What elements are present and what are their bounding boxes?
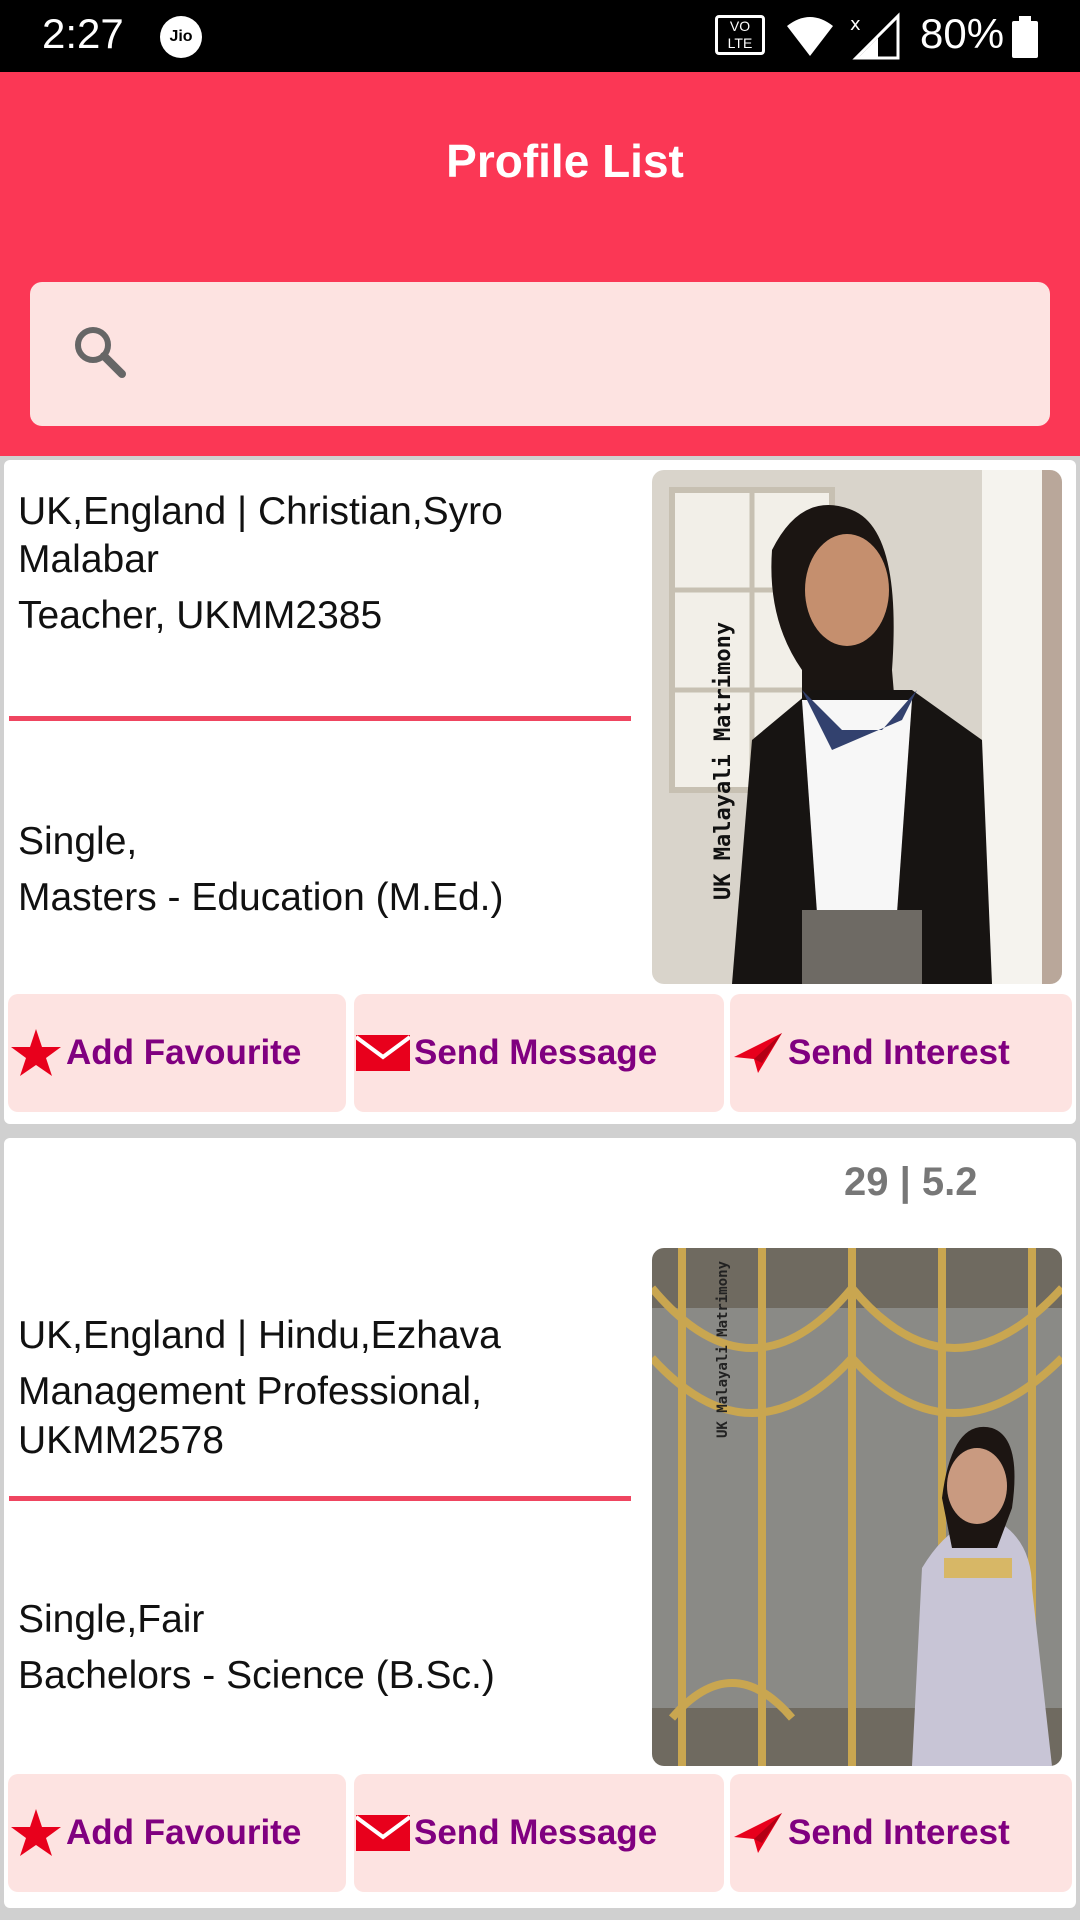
- star-icon: [11, 1809, 61, 1856]
- profession-id: Teacher, UKMM2385: [18, 594, 383, 637]
- volte-label-top: VO: [729, 18, 751, 34]
- envelope-icon: [356, 1815, 410, 1851]
- send-message-button[interactable]: Send Message: [354, 1774, 724, 1892]
- send-message-button[interactable]: Send Message: [354, 994, 724, 1112]
- profile-photo[interactable]: UK Malayali Matrimony: [652, 1248, 1062, 1766]
- status-time: 2:27: [42, 10, 124, 57]
- signal-icon: x: [850, 12, 900, 60]
- education: Bachelors - Science (B.Sc.): [18, 1654, 495, 1697]
- send-message-label: Send Message: [414, 1033, 658, 1072]
- location-religion-continued: Malabar: [18, 538, 159, 581]
- profile-photo[interactable]: UK Malayali Matrimony: [652, 470, 1062, 984]
- divider: [9, 1496, 631, 1501]
- send-message-label: Send Message: [414, 1813, 658, 1852]
- profile-card[interactable]: UK,England | Christian,Syro Malabar Teac…: [4, 460, 1076, 1124]
- photo-watermark: UK Malayali Matrimony: [711, 622, 736, 900]
- page-title: Profile List: [446, 135, 684, 187]
- education: Masters - Education (M.Ed.): [18, 876, 504, 919]
- volte-label-bottom: LTE: [727, 35, 753, 51]
- search-bar[interactable]: [30, 282, 1050, 426]
- add-favourite-label: Add Favourite: [66, 1033, 302, 1072]
- divider: [9, 716, 631, 721]
- send-interest-label: Send Interest: [788, 1813, 1010, 1852]
- envelope-icon: [356, 1035, 410, 1071]
- add-favourite-button[interactable]: Add Favourite: [8, 1774, 346, 1892]
- send-interest-label: Send Interest: [788, 1033, 1010, 1072]
- status-bar: 2:27 Jio VO LTE x 80%: [0, 0, 1080, 72]
- age-height: 29 | 5.2: [844, 1160, 978, 1204]
- battery-icon: [1012, 16, 1038, 58]
- app-header: Profile List: [0, 72, 1080, 456]
- svg-text:x: x: [850, 14, 861, 35]
- profile-card[interactable]: 29 | 5.2 UK,England | Hindu,Ezhava Manag…: [4, 1138, 1076, 1908]
- star-icon: [11, 1029, 61, 1076]
- paper-plane-icon: [734, 1033, 782, 1073]
- volte-icon: VO LTE: [715, 15, 765, 55]
- location-religion: UK,England | Hindu,Ezhava: [18, 1314, 501, 1357]
- profession-id-continued: UKMM2578: [18, 1419, 224, 1462]
- paper-plane-icon: [734, 1813, 782, 1853]
- search-icon: [75, 327, 126, 378]
- wifi-icon: [787, 17, 833, 56]
- send-interest-button[interactable]: Send Interest: [730, 994, 1072, 1112]
- add-favourite-button[interactable]: Add Favourite: [8, 994, 346, 1112]
- photo-watermark: UK Malayali Matrimony: [715, 1260, 731, 1438]
- send-interest-button[interactable]: Send Interest: [730, 1774, 1072, 1892]
- battery-percent: 80%: [920, 10, 1005, 57]
- search-input[interactable]: [150, 318, 1014, 392]
- carrier-icon: Jio: [160, 16, 202, 58]
- marital-status: Single,Fair: [18, 1598, 205, 1641]
- marital-status: Single,: [18, 820, 138, 863]
- location-religion: UK,England | Christian,Syro: [18, 490, 503, 533]
- add-favourite-label: Add Favourite: [66, 1813, 302, 1852]
- profession-id: Management Professional,: [18, 1370, 482, 1413]
